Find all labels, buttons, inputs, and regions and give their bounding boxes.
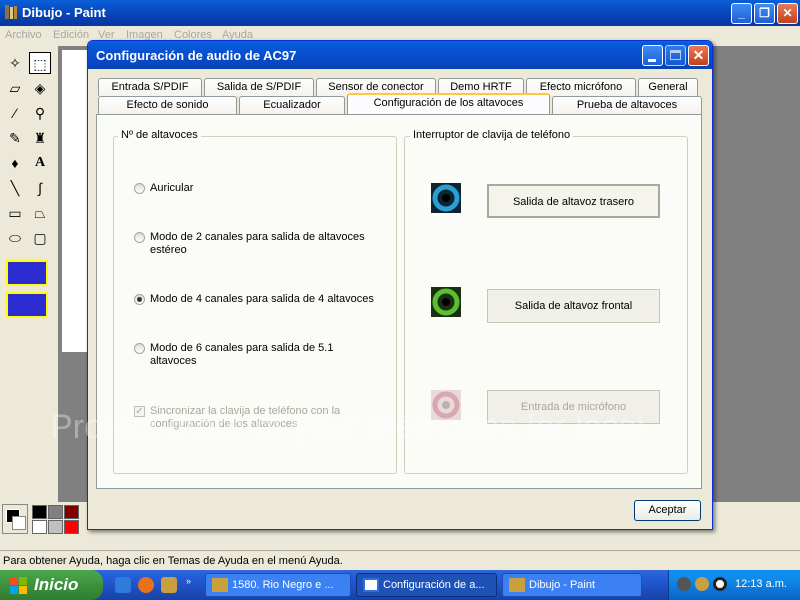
- tray-audio-icon[interactable]: [677, 577, 691, 591]
- menu-edicion[interactable]: Edición: [53, 29, 89, 41]
- eraser-icon[interactable]: ▱: [4, 77, 26, 99]
- windows-logo-icon: [10, 577, 27, 594]
- brush-icon[interactable]: ♜: [29, 127, 51, 149]
- maximize-icon: [670, 50, 681, 60]
- start-label: Inicio: [34, 575, 79, 594]
- swatch-silver[interactable]: [48, 520, 63, 534]
- tab-prueba-altavoces[interactable]: Prueba de altavoces: [552, 96, 702, 114]
- accept-button[interactable]: Aceptar: [634, 500, 701, 521]
- radio-button[interactable]: [134, 232, 145, 243]
- polygon-icon[interactable]: ⏢: [29, 202, 51, 224]
- dialog-minimize-button[interactable]: [642, 45, 663, 66]
- paint-close-button[interactable]: ✕: [777, 3, 798, 24]
- swatch-gray[interactable]: [48, 505, 63, 519]
- paint-titlebar[interactable]: Dibujo - Paint _ ❐ ✕: [0, 0, 800, 26]
- minimize-icon: [648, 59, 656, 62]
- ac97-audio-dialog: Configuración de audio de AC97 ✕ Entrada…: [87, 40, 713, 530]
- color-picker-icon[interactable]: ⁄: [4, 102, 26, 124]
- background-color: [12, 516, 26, 530]
- radio-button[interactable]: [134, 343, 145, 354]
- task-button-3[interactable]: Dibujo - Paint: [502, 573, 642, 597]
- tab-ecualizador[interactable]: Ecualizador: [239, 96, 345, 114]
- text-tool-icon[interactable]: A: [29, 152, 51, 174]
- menu-archivo[interactable]: Archivo: [5, 29, 42, 41]
- paint-window-title: Dibujo - Paint: [22, 5, 106, 20]
- radio-button-checked[interactable]: [134, 294, 145, 305]
- jack-switch-group-legend: Interruptor de clavija de teléfono: [410, 129, 574, 141]
- close-icon: ✕: [692, 47, 705, 63]
- task-paint-icon: [509, 578, 525, 592]
- quicklaunch-ie-icon[interactable]: [115, 577, 131, 593]
- start-button[interactable]: Inicio: [0, 570, 103, 600]
- airbrush-icon[interactable]: ♦: [4, 152, 26, 174]
- tab-salida-spdif[interactable]: Salida de S/PDIF: [204, 78, 314, 96]
- magnifier-icon[interactable]: ⚲: [29, 102, 51, 124]
- task-button-2[interactable]: Configuración de a...: [356, 573, 497, 597]
- dialog-maximize-button[interactable]: [665, 45, 686, 66]
- dialog-titlebar[interactable]: Configuración de audio de AC97 ✕: [88, 41, 712, 69]
- speakers-group-legend: Nº de altavoces: [118, 129, 201, 141]
- rectangle-icon[interactable]: ▭: [4, 202, 26, 224]
- rounded-rect-icon[interactable]: ▢: [29, 227, 51, 249]
- rect-select-icon[interactable]: ⬚: [29, 52, 51, 74]
- system-tray: 12:13 a.m.: [668, 570, 800, 600]
- task-button-1[interactable]: 1580. Rio Negro e ...: [205, 573, 351, 597]
- transparent-option-icon[interactable]: [6, 292, 48, 318]
- jack-blue-icon: [431, 183, 461, 213]
- tray-speaker-icon[interactable]: [713, 577, 727, 591]
- quicklaunch-paint-icon[interactable]: [161, 577, 177, 593]
- tab-configuracion-altavoces[interactable]: Configuración de los altavoces: [347, 93, 550, 114]
- pencil-icon[interactable]: ✎: [4, 127, 26, 149]
- dialog-close-button[interactable]: ✕: [688, 45, 709, 66]
- dialog-title: Configuración de audio de AC97: [96, 48, 297, 63]
- paint-maximize-button[interactable]: ❐: [754, 3, 775, 24]
- quicklaunch-firefox-icon[interactable]: [138, 577, 154, 593]
- taskbar: Inicio » 1580. Rio Negro e ... Configura…: [0, 570, 800, 600]
- rear-speaker-jack-button[interactable]: Salida de altavoz trasero: [487, 184, 660, 218]
- swatch-black[interactable]: [32, 505, 47, 519]
- paint-status-bar: Para obtener Ayuda, haga clic en Temas d…: [0, 550, 800, 570]
- paint-app-icon: [5, 5, 17, 19]
- jack-green-icon: [431, 287, 461, 317]
- free-select-icon[interactable]: ✧: [4, 52, 26, 74]
- tab-entrada-spdif[interactable]: Entrada S/PDIF: [98, 78, 202, 96]
- curve-icon[interactable]: ∫: [29, 177, 51, 199]
- quicklaunch-expand-icon[interactable]: »: [186, 576, 191, 586]
- fill-bucket-icon[interactable]: ◈: [29, 77, 51, 99]
- tray-clock: 12:13 a.m.: [735, 578, 787, 590]
- watermark-text: Protect more of your memories for less!: [50, 408, 646, 446]
- task-paint-icon: [212, 578, 228, 592]
- line-icon[interactable]: ╲: [4, 177, 26, 199]
- front-speaker-jack-button[interactable]: Salida de altavoz frontal: [487, 289, 660, 323]
- swatch-maroon[interactable]: [64, 505, 79, 519]
- opaque-option-icon[interactable]: [6, 260, 48, 286]
- tab-general[interactable]: General: [638, 78, 698, 96]
- task-window-icon: [363, 578, 379, 592]
- swatch-white[interactable]: [32, 520, 47, 534]
- paint-minimize-button[interactable]: _: [731, 3, 752, 24]
- tray-app-icon[interactable]: [695, 577, 709, 591]
- status-text: Para obtener Ayuda, haga clic en Temas d…: [3, 555, 343, 567]
- tab-efecto-sonido[interactable]: Efecto de sonido: [98, 96, 237, 114]
- ellipse-icon[interactable]: ⬭: [4, 227, 26, 249]
- swatch-red[interactable]: [64, 520, 79, 534]
- current-colors: [2, 504, 28, 534]
- radio-button[interactable]: [134, 183, 145, 194]
